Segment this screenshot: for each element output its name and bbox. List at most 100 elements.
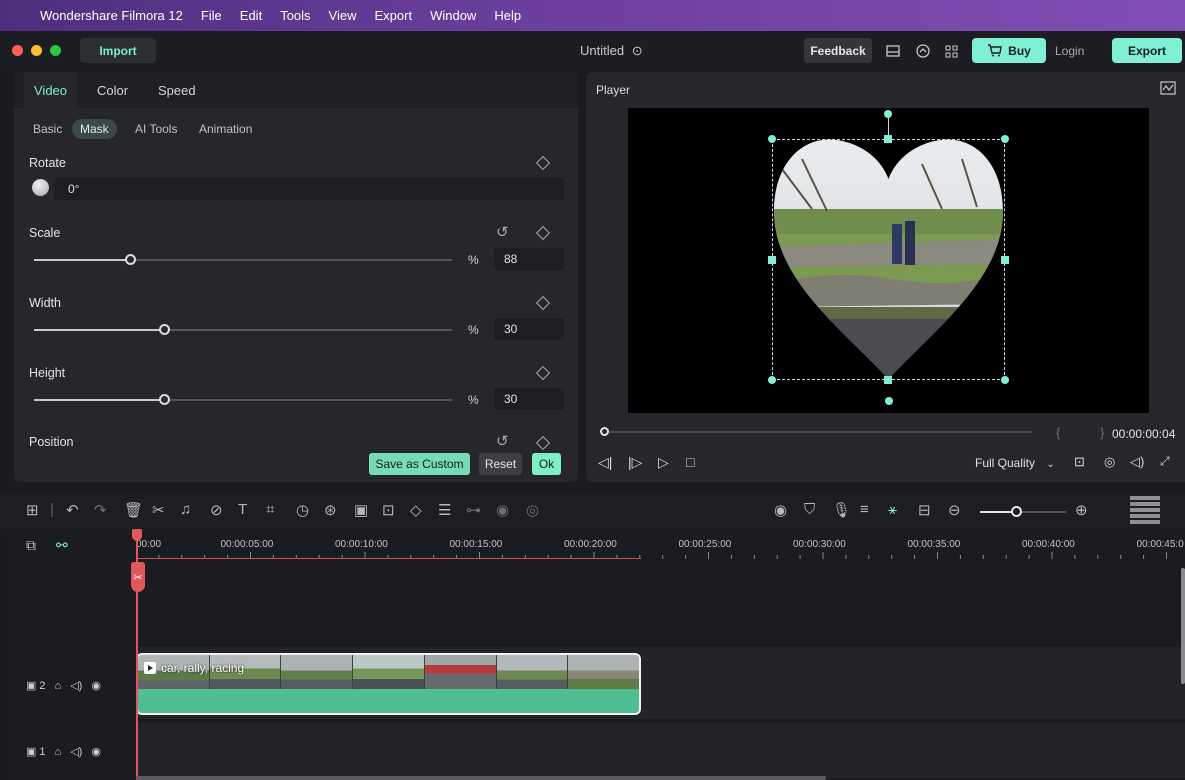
snapshot-icon[interactable]: ◎: [1104, 454, 1115, 470]
menu-help[interactable]: Help: [494, 8, 521, 23]
rotate-keyframe-icon[interactable]: [535, 155, 551, 171]
export-button[interactable]: Export: [1112, 38, 1182, 63]
width-slider[interactable]: [34, 324, 452, 335]
volume-icon[interactable]: ◁): [1130, 454, 1144, 470]
save-as-custom-button[interactable]: Save as Custom: [369, 453, 470, 475]
next-frame-icon[interactable]: |▷: [628, 454, 642, 471]
microphone-icon[interactable]: 🎙: [832, 501, 851, 519]
audio-icon[interactable]: ♫: [180, 501, 191, 518]
fit-icon[interactable]: ⊡: [382, 501, 395, 519]
height-slider[interactable]: [34, 394, 452, 405]
color-palette-icon[interactable]: ⊛: [324, 501, 337, 519]
add-track-icon[interactable]: ⧉: [26, 537, 36, 554]
marker-icon[interactable]: ⛉: [804, 501, 815, 518]
resize-handle-br[interactable]: [1001, 376, 1009, 384]
scale-keyframe-icon[interactable]: [535, 225, 551, 241]
stabilize-icon[interactable]: ◉: [496, 501, 509, 519]
display-icon[interactable]: ⊡: [1074, 454, 1085, 470]
mask-selection-box[interactable]: [772, 139, 1005, 380]
delete-icon[interactable]: 🗑: [124, 501, 143, 519]
tab-speed[interactable]: Speed: [148, 72, 206, 108]
render-icon[interactable]: ◉: [774, 501, 787, 519]
menu-export[interactable]: Export: [375, 8, 413, 23]
scale-slider[interactable]: [34, 254, 452, 265]
playback-scrubber-knob[interactable]: [600, 427, 609, 436]
tag-icon[interactable]: ⊘: [210, 501, 223, 519]
green-screen-icon[interactable]: ▣: [354, 501, 368, 519]
timeline-zoom-slider[interactable]: [980, 506, 1066, 517]
zoom-out-icon[interactable]: ⊖: [948, 501, 961, 519]
eye-icon[interactable]: ◉: [91, 679, 101, 692]
subtab-mask[interactable]: Mask: [72, 119, 117, 139]
position-keyframe-icon[interactable]: [535, 435, 551, 451]
resize-handle-ml[interactable]: [768, 256, 776, 264]
resize-handle-bl[interactable]: [768, 376, 776, 384]
track-area[interactable]: car, rally, racing: [136, 561, 1185, 780]
stop-icon[interactable]: □: [686, 454, 694, 470]
height-slider-knob[interactable]: [158, 394, 170, 405]
track-layout-icon[interactable]: [1130, 495, 1160, 525]
height-input[interactable]: 30: [494, 388, 564, 410]
grid-apps-icon[interactable]: [942, 42, 960, 60]
subtab-basic[interactable]: Basic: [25, 119, 70, 139]
rotate-dial[interactable]: [32, 179, 49, 196]
timeline-ruler[interactable]: 00:00 00:00:05:00 00:00:10:00 00:00:15:00 00…: [136, 529, 1185, 561]
ai-icon[interactable]: ◎: [526, 501, 539, 519]
buy-button[interactable]: Buy: [972, 38, 1046, 63]
menu-app-name[interactable]: Wondershare Filmora 12: [40, 8, 183, 23]
tab-color[interactable]: Color: [87, 72, 138, 108]
zoom-window-button[interactable]: [50, 45, 61, 56]
track-row-empty[interactable]: [136, 561, 1185, 643]
waveform-monitor-icon[interactable]: [1160, 81, 1176, 98]
resize-handle-mr[interactable]: [1001, 256, 1009, 264]
undo-icon[interactable]: ↶: [66, 501, 79, 519]
resize-handle-tc[interactable]: [884, 135, 892, 143]
scale-input[interactable]: 88: [494, 248, 564, 270]
login-link[interactable]: Login: [1055, 44, 1084, 58]
layout-icon[interactable]: [884, 42, 902, 60]
menu-file[interactable]: File: [201, 8, 222, 23]
audio-mute-icon[interactable]: ◁): [70, 745, 82, 758]
close-window-button[interactable]: [12, 45, 23, 56]
height-keyframe-icon[interactable]: [535, 365, 551, 381]
width-input[interactable]: 30: [494, 318, 564, 340]
width-slider-knob[interactable]: [158, 324, 170, 335]
redo-icon[interactable]: ↷: [94, 501, 107, 519]
video-clip[interactable]: car, rally, racing: [136, 653, 641, 715]
menu-view[interactable]: View: [329, 8, 357, 23]
menu-window[interactable]: Window: [430, 8, 476, 23]
fit-timeline-icon[interactable]: ⊟: [918, 501, 931, 519]
prev-frame-icon[interactable]: ◁|: [598, 454, 612, 471]
menu-tools[interactable]: Tools: [280, 8, 310, 23]
video-preview[interactable]: [628, 108, 1149, 413]
resize-handle-tr[interactable]: [1001, 135, 1009, 143]
timeline-horizontal-scrollbar[interactable]: [136, 776, 826, 780]
minimize-window-button[interactable]: [31, 45, 42, 56]
lock-icon[interactable]: ⌂: [55, 680, 62, 692]
position-reset-icon[interactable]: ↺: [496, 432, 509, 450]
resize-handle-tl[interactable]: [768, 135, 776, 143]
audio-mute-icon[interactable]: ◁): [70, 679, 82, 692]
menu-edit[interactable]: Edit: [240, 8, 262, 23]
project-title[interactable]: Untitled ⊙: [580, 43, 643, 59]
ok-button[interactable]: Ok: [532, 453, 561, 475]
track-row-1[interactable]: [136, 723, 1185, 778]
reset-button[interactable]: Reset: [479, 453, 522, 475]
zoom-in-icon[interactable]: ⊕: [1075, 501, 1088, 519]
rotate-input[interactable]: 0°: [54, 178, 564, 200]
lock-icon[interactable]: ⌂: [55, 746, 62, 758]
snap-icon[interactable]: ⚹: [888, 501, 897, 518]
quality-dropdown[interactable]: Full Quality ⌄: [975, 456, 1055, 470]
text-icon[interactable]: T: [238, 501, 247, 518]
subtab-ai-tools[interactable]: AI Tools: [127, 119, 185, 139]
playback-scrubber[interactable]: [604, 431, 1032, 433]
tab-video[interactable]: Video: [24, 72, 78, 108]
playhead-handle[interactable]: [132, 529, 142, 541]
link-icon[interactable]: ⚯: [56, 537, 68, 554]
scale-slider-knob[interactable]: [125, 254, 137, 265]
mask-feather-handle[interactable]: [885, 397, 893, 405]
adjust-icon[interactable]: ☰: [438, 501, 451, 519]
width-keyframe-icon[interactable]: [535, 295, 551, 311]
speed-icon[interactable]: ◷: [296, 501, 309, 519]
scale-reset-icon[interactable]: ↺: [496, 223, 509, 241]
